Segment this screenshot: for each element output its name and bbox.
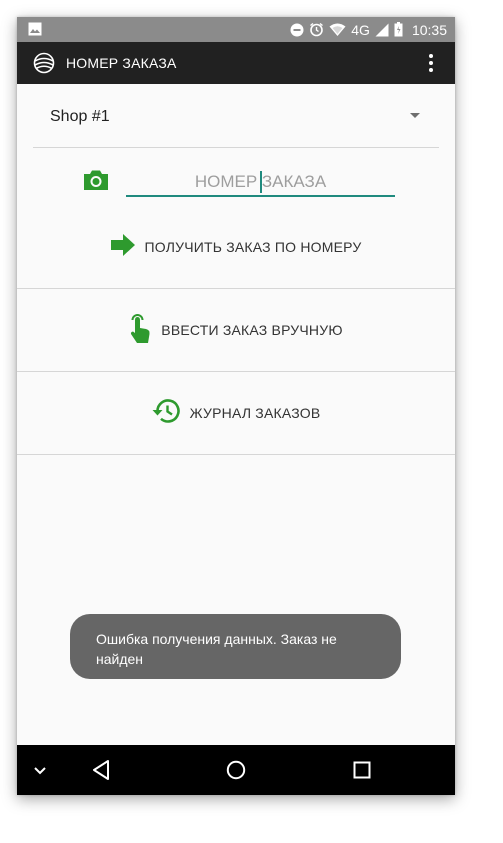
status-icons: 4G 10:35 xyxy=(290,17,447,42)
shop-select-value: Shop #1 xyxy=(50,108,110,125)
history-icon xyxy=(152,398,180,429)
page-title: НОМЕР ЗАКАЗА xyxy=(66,55,177,71)
alarm-icon xyxy=(309,22,324,37)
battery-icon xyxy=(394,22,403,37)
touch-icon xyxy=(129,312,151,349)
dnd-icon xyxy=(290,23,304,37)
order-history-button[interactable]: ЖУРНАЛ ЗАКАЗОВ xyxy=(17,372,455,455)
wifi-icon xyxy=(329,23,346,37)
shop-select[interactable]: Shop #1 xyxy=(33,84,439,148)
error-toast-message: Ошибка получения данных. Заказ не найден xyxy=(96,631,337,667)
error-toast: Ошибка получения данных. Заказ не найден xyxy=(70,614,401,679)
app-bar: НОМЕР ЗАКАЗА xyxy=(17,42,455,84)
recents-icon[interactable] xyxy=(353,761,371,784)
get-order-by-number-label: ПОЛУЧИТЬ ЗАКАЗ ПО НОМЕРУ xyxy=(144,239,362,255)
get-order-by-number-button[interactable]: ПОЛУЧИТЬ ЗАКАЗ ПО НОМЕРУ xyxy=(17,206,455,289)
enter-order-manually-button[interactable]: ВВЕСТИ ЗАКАЗ ВРУЧНУЮ xyxy=(17,289,455,372)
dropdown-arrow-icon xyxy=(410,113,420,118)
app-logo-icon xyxy=(33,52,55,79)
signal-icon xyxy=(375,23,389,37)
more-vert-icon[interactable] xyxy=(419,51,443,75)
clock: 10:35 xyxy=(411,21,447,38)
status-bar: 4G 10:35 xyxy=(17,17,455,42)
phone-screen: 4G 10:35 НОМЕР ЗАКАЗА Shop #1 НОМЕР ЗАКА… xyxy=(17,17,455,795)
enter-order-manually-label: ВВЕСТИ ЗАКАЗ ВРУЧНУЮ xyxy=(161,322,343,338)
image-icon xyxy=(28,22,42,41)
arrow-right-icon xyxy=(110,233,135,261)
home-icon[interactable] xyxy=(226,760,246,785)
order-history-label: ЖУРНАЛ ЗАКАЗОВ xyxy=(189,405,321,421)
hide-keyboard-icon[interactable] xyxy=(33,763,47,781)
navigation-bar xyxy=(17,745,455,795)
back-icon[interactable] xyxy=(91,759,111,786)
text-cursor xyxy=(260,171,262,193)
camera-icon[interactable] xyxy=(83,169,109,196)
network-type: 4G xyxy=(351,21,370,38)
